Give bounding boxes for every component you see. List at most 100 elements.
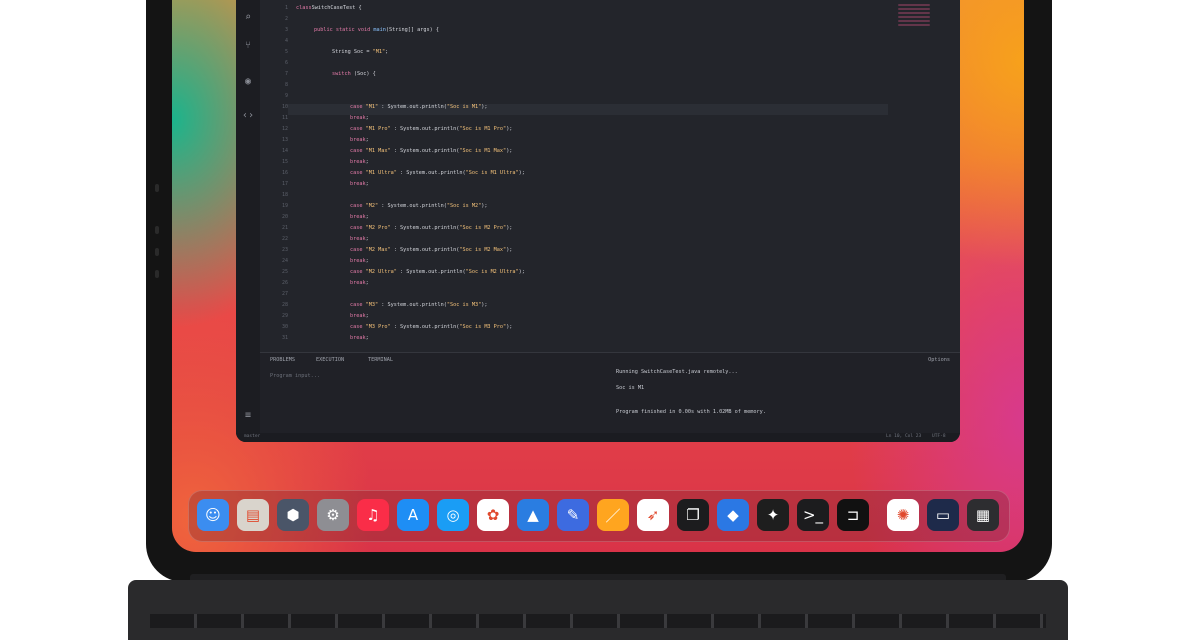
code-line[interactable]: case "M2 Pro" : System.out.println("Soc … [350, 223, 512, 234]
activity-bar: ⌕ ⑂ ◉ ‹› ≡ [236, 0, 260, 442]
line-number: 6 [284, 60, 288, 66]
figma-icon[interactable]: ✦ [757, 499, 789, 531]
code-line[interactable]: break; [350, 135, 369, 146]
code-token: : System.out.println( [396, 170, 466, 176]
code-line[interactable]: break; [350, 256, 369, 267]
code-token: break [350, 181, 366, 187]
code-token: ); [506, 126, 513, 132]
code-line[interactable]: break; [350, 179, 369, 190]
tab-terminal[interactable]: TERMINAL [368, 357, 393, 363]
terminal-icon[interactable]: >_ [797, 499, 829, 531]
code-line[interactable]: break; [350, 278, 369, 289]
search-icon[interactable]: ⌕ [242, 12, 254, 24]
code-token: (Soc) { [350, 71, 376, 77]
source-control-icon[interactable]: ⑂ [242, 40, 254, 52]
code-line[interactable]: String Soc = "M1"; [332, 47, 388, 58]
code-token: case [350, 148, 363, 154]
code-line[interactable]: break; [350, 311, 369, 322]
code-token: "Soc is M3" [446, 302, 482, 308]
code-editor[interactable]: classSwitchCaseTest { public static void … [294, 0, 894, 352]
code-line[interactable]: case "M1 Max" : System.out.println("Soc … [350, 146, 512, 157]
code-line[interactable]: break; [350, 234, 369, 245]
code-token: ; [365, 137, 369, 143]
pencil-app-icon[interactable]: ✎ [557, 499, 589, 531]
code-token: case [350, 170, 363, 176]
finder-icon[interactable]: ☺ [197, 499, 229, 531]
code-token: "M3 Pro" [362, 324, 391, 330]
code-token: main [370, 27, 386, 33]
code-token: : System.out.println( [378, 203, 447, 209]
code-line[interactable]: break; [350, 212, 369, 223]
code-token: : System.out.println( [390, 324, 460, 330]
code-line[interactable]: case "M2 Max" : System.out.println("Soc … [350, 245, 512, 256]
settings-icon[interactable]: ⚙ [317, 499, 349, 531]
encoding-label[interactable]: UTF-8 [932, 434, 946, 439]
code-token: ); [506, 225, 513, 231]
code-line[interactable]: case "M2 Ultra" : System.out.println("So… [350, 267, 525, 278]
swift-icon[interactable]: ➶ [637, 499, 669, 531]
code-line[interactable]: switch (Soc) { [332, 69, 376, 80]
launchpad-icon[interactable]: ▦ [967, 499, 999, 531]
code-line[interactable]: case "M2" : System.out.println("Soc is M… [350, 201, 487, 212]
code-token: SwitchCaseTest { [311, 5, 362, 11]
side-sensor [155, 184, 159, 192]
code-token: "M1" [362, 104, 379, 110]
code-token: : System.out.println( [378, 104, 447, 110]
code-line[interactable]: case "M3 Pro" : System.out.println("Soc … [350, 322, 512, 333]
code-token: ; [365, 313, 369, 319]
code-token: ); [518, 269, 525, 275]
code-line[interactable]: case "M1 Pro" : System.out.println("Soc … [350, 124, 512, 135]
code-token: case [350, 126, 363, 132]
tab-problems[interactable]: PROBLEMS [270, 357, 295, 363]
keynote-icon[interactable]: ▲ [517, 499, 549, 531]
ide-icon[interactable]: ⊐ [837, 499, 869, 531]
code-line[interactable]: case "M1" : System.out.println("Soc is M… [350, 102, 487, 113]
code-icon[interactable]: ‹› [242, 110, 254, 122]
code-token: break [350, 313, 366, 319]
safari-icon[interactable]: ◎ [437, 499, 469, 531]
code-token: break [350, 335, 366, 341]
code-app-icon[interactable]: ◆ [717, 499, 749, 531]
code-line[interactable]: case "M1 Ultra" : System.out.println("So… [350, 168, 525, 179]
line-number: 19 [281, 203, 288, 209]
tab-execution[interactable]: EXECUTION [316, 357, 344, 363]
code-token: break [350, 280, 366, 286]
chatgpt-icon[interactable]: ✺ [887, 499, 919, 531]
code-line[interactable]: classSwitchCaseTest { [296, 3, 362, 14]
code-token: public static void [314, 27, 371, 33]
code-token: case [350, 225, 363, 231]
options-button[interactable]: Options [928, 357, 950, 363]
code-token: String Soc = [332, 49, 373, 55]
code-token: ); [506, 247, 513, 253]
app-store-icon[interactable]: A [397, 499, 429, 531]
multitask-icon[interactable]: ❐ [677, 499, 709, 531]
debug-icon[interactable]: ◉ [242, 76, 254, 88]
code-line[interactable]: break; [350, 113, 369, 124]
bottom-panel: PROBLEMS EXECUTION TERMINAL Options Prog… [260, 352, 960, 442]
cursor-position[interactable]: Ln 10, Col 23 [886, 434, 921, 439]
code-token: ; [365, 159, 369, 165]
photos-icon[interactable]: ✿ [477, 499, 509, 531]
minimap[interactable] [898, 2, 930, 32]
code-line[interactable]: case "M3" : System.out.println("Soc is M… [350, 300, 487, 311]
files-icon[interactable]: ▤ [237, 499, 269, 531]
menu-icon[interactable]: ≡ [242, 410, 254, 422]
keyboard-keys[interactable] [150, 614, 1046, 628]
code-token: ; [365, 236, 369, 242]
line-number: 20 [281, 214, 288, 220]
code-token: ); [481, 302, 488, 308]
notes-icon[interactable]: ／ [597, 499, 629, 531]
music-icon[interactable]: ♫ [357, 499, 389, 531]
code-token: switch [332, 71, 351, 77]
code-line[interactable]: break; [350, 333, 369, 344]
code-token: ); [518, 170, 525, 176]
side-sensor [155, 248, 159, 256]
code-line[interactable]: public static void main(String[] args) { [314, 25, 439, 36]
program-input[interactable]: Program input... [270, 373, 320, 379]
utility-icon[interactable]: ⬢ [277, 499, 309, 531]
code-line[interactable]: break; [350, 157, 369, 168]
line-number: 29 [281, 313, 288, 319]
line-number: 26 [281, 280, 288, 286]
screen-icon[interactable]: ▭ [927, 499, 959, 531]
branch-label[interactable]: master [244, 434, 260, 439]
